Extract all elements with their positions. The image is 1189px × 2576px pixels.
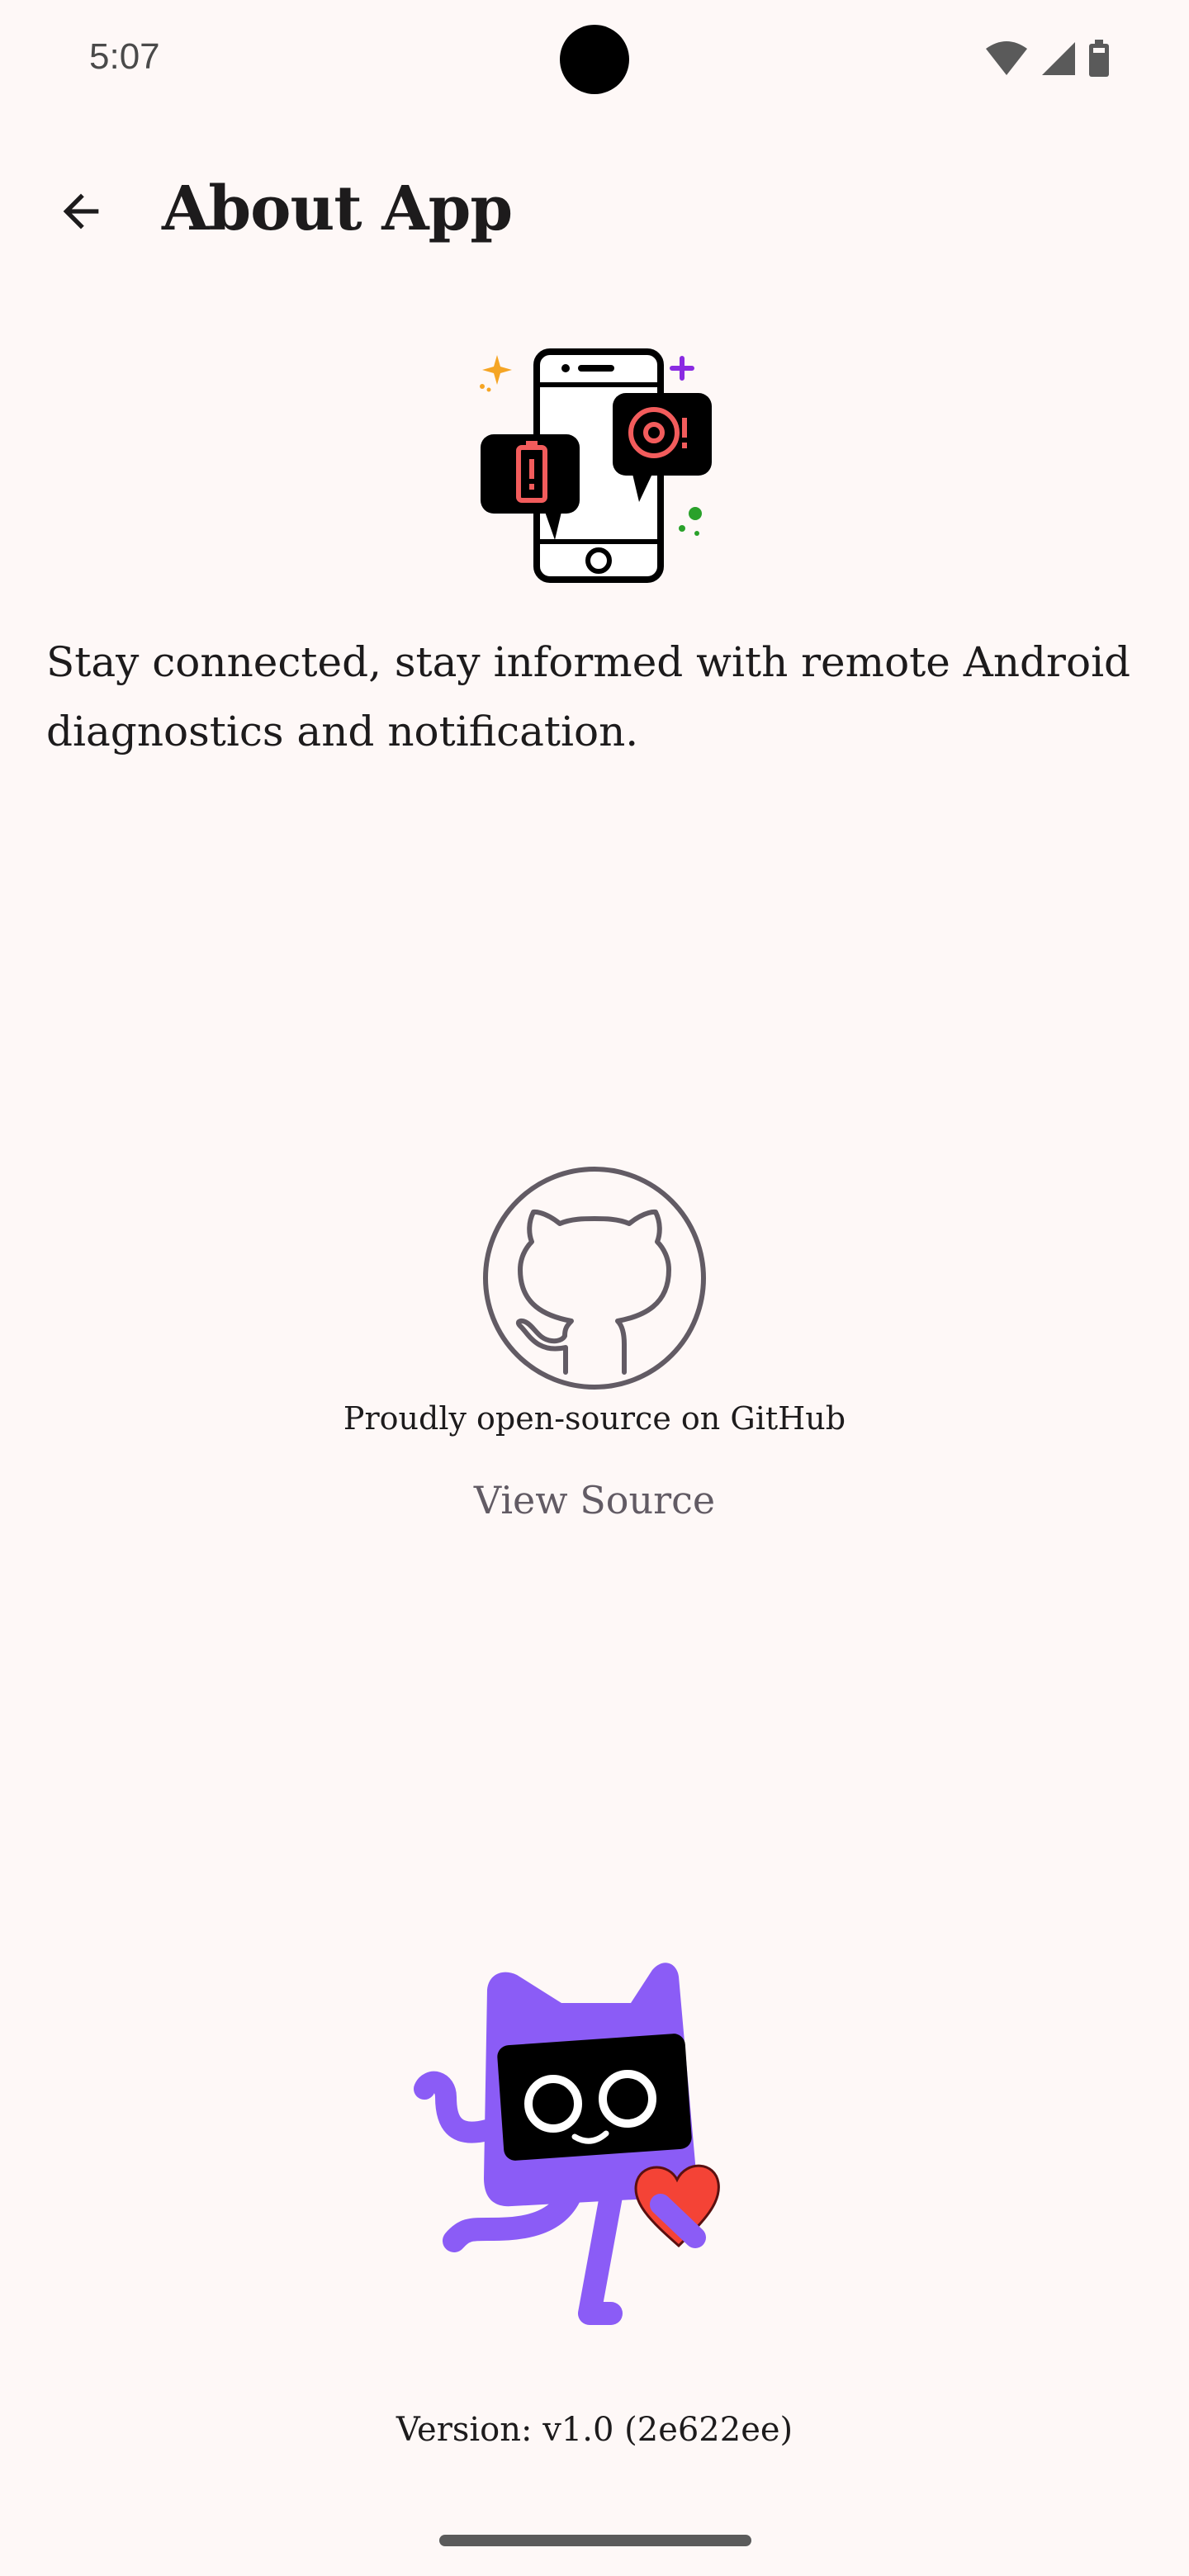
mascot-with-heart-illustration <box>414 1963 720 2325</box>
back-button[interactable] <box>41 172 121 251</box>
home-indicator[interactable] <box>439 2535 751 2546</box>
status-time: 5:07 <box>89 36 160 77</box>
github-caption: Proudly open-source on GitHub <box>343 1400 846 1437</box>
battery-icon <box>1089 40 1109 77</box>
github-section: Proudly open-source on GitHub View Sourc… <box>0 1164 1189 1529</box>
signal-icon <box>1042 42 1075 75</box>
page-title: About App <box>162 173 513 244</box>
wifi-icon <box>986 41 1027 75</box>
arrow-back-icon <box>63 193 99 230</box>
camera-cutout <box>560 25 629 94</box>
top-app-bar: About App <box>0 157 1189 272</box>
github-icon <box>483 1167 706 1390</box>
status-icons <box>984 40 1110 78</box>
app-tagline: Stay connected, stay informed with remot… <box>46 638 1131 755</box>
phone-notification-illustration <box>480 348 712 583</box>
view-source-button[interactable]: View Source <box>449 1471 740 1529</box>
status-bar: 5:07 <box>0 0 1189 116</box>
app-version: Version: v1.0 (2e622ee) <box>396 2411 793 2449</box>
